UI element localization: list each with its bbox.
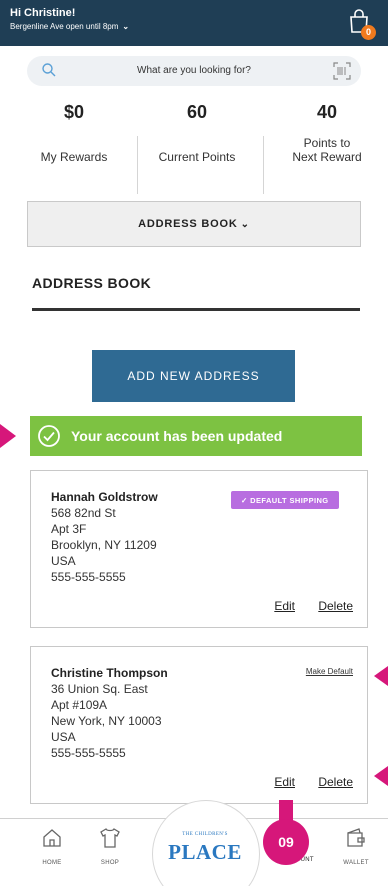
address-block: Hannah Goldstrow 568 82nd St Apt 3F Broo…	[51, 489, 158, 585]
address-card: Hannah Goldstrow 568 82nd St Apt 3F Broo…	[30, 470, 368, 628]
divider	[263, 136, 264, 194]
step-number-callout: 09	[263, 819, 309, 865]
home-icon	[43, 829, 61, 847]
search-input[interactable]: What are you looking for?	[27, 65, 361, 76]
callout-arrow	[374, 766, 388, 786]
dropdown-label: ADDRESS BOOK	[138, 218, 238, 230]
top-header: Hi Christine! Bergenline Ave open until …	[0, 0, 388, 46]
address-phone: 555-555-5555	[51, 570, 126, 584]
greeting: Hi Christine!	[10, 7, 76, 19]
next-reward-value: 40	[316, 102, 338, 122]
rewards-summary: $0 My Rewards 60 Current Points 40 Point…	[0, 98, 388, 202]
cart-count-badge: 0	[361, 25, 376, 40]
brand-logo-small-text: THE CHILDREN'S	[182, 832, 228, 837]
search-bar[interactable]: What are you looking for?	[27, 56, 361, 86]
address-city: Brooklyn, NY 11209	[51, 538, 157, 552]
default-shipping-badge: ✓ DEFAULT SHIPPING	[231, 491, 339, 509]
check-circle-icon	[38, 425, 60, 447]
callout-arrow	[374, 666, 388, 686]
next-reward-label-line2: Next Reward	[292, 150, 362, 164]
chevron-down-icon: ⌄	[240, 218, 250, 230]
success-message: Your account has been updated	[71, 428, 283, 444]
address-country: USA	[51, 730, 76, 744]
address-line2: Apt #109A	[51, 698, 108, 712]
store-selector[interactable]: Bergenline Ave open until 8pm ⌄	[10, 22, 129, 31]
barcode-scan-icon[interactable]	[333, 62, 351, 80]
make-default-link[interactable]: Make Default	[306, 667, 353, 676]
nav-home[interactable]: HOME	[22, 827, 82, 866]
add-new-address-button[interactable]: ADD NEW ADDRESS	[92, 350, 295, 402]
store-info: Bergenline Ave open until 8pm	[10, 22, 119, 31]
account-section-dropdown[interactable]: ADDRESS BOOK ⌄	[27, 201, 361, 247]
delete-address-link[interactable]: Delete	[318, 775, 353, 789]
chevron-down-icon: ⌄	[122, 22, 130, 31]
success-banner: Your account has been updated	[30, 416, 362, 456]
my-rewards: $0 My Rewards	[20, 98, 128, 164]
address-name: Hannah Goldstrow	[51, 490, 158, 504]
address-city: New York, NY 10003	[51, 714, 162, 728]
nav-shop-label: SHOP	[100, 860, 120, 866]
callout-arrow	[0, 424, 16, 448]
wallet-icon	[347, 828, 365, 847]
address-line1: 36 Union Sq. East	[51, 682, 148, 696]
title-underline	[32, 308, 360, 311]
address-line1: 568 82nd St	[51, 506, 116, 520]
my-rewards-label: My Rewards	[40, 150, 108, 164]
current-points-label: Current Points	[158, 150, 236, 164]
edit-address-link[interactable]: Edit	[274, 775, 295, 789]
address-card: Christine Thompson 36 Union Sq. East Apt…	[30, 646, 368, 804]
address-name: Christine Thompson	[51, 666, 168, 680]
nav-wallet-label: WALLET	[343, 860, 369, 866]
shirt-icon	[100, 828, 120, 848]
my-rewards-value: $0	[63, 102, 85, 122]
brand-logo: PLACE	[168, 840, 242, 864]
shopping-bag-button[interactable]: 0	[346, 6, 376, 40]
nav-home-label: HOME	[42, 860, 62, 866]
divider	[137, 136, 138, 194]
next-reward-label-line1: Points to	[303, 136, 351, 150]
current-points-value: 60	[186, 102, 208, 122]
address-line2: Apt 3F	[51, 522, 87, 536]
current-points: 60 Current Points	[142, 98, 252, 164]
address-phone: 555-555-5555	[51, 746, 126, 760]
nav-wallet[interactable]: WALLET	[326, 827, 386, 866]
edit-address-link[interactable]: Edit	[274, 599, 295, 613]
address-block: Christine Thompson 36 Union Sq. East Apt…	[51, 665, 168, 761]
nav-shop[interactable]: SHOP	[80, 827, 140, 866]
points-to-next-reward: 40 Points to Next Reward	[272, 98, 382, 164]
address-country: USA	[51, 554, 76, 568]
delete-address-link[interactable]: Delete	[318, 599, 353, 613]
page-title: ADDRESS BOOK	[32, 275, 152, 291]
